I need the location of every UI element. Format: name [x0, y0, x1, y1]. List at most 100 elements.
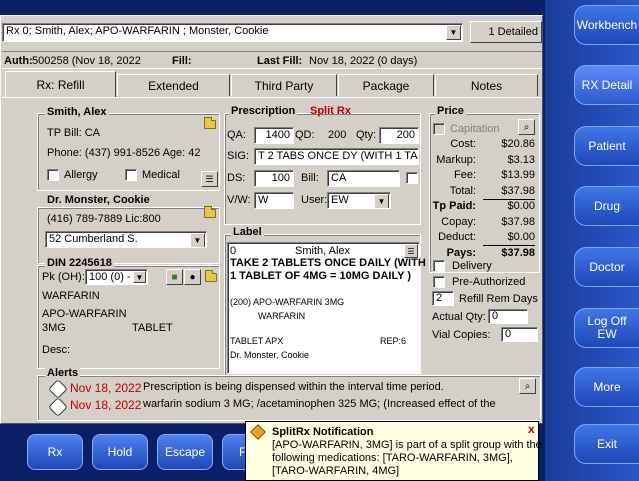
patient-phone-age: Phone: (437) 991-8526 Age: 42	[47, 147, 201, 159]
nav-patient-button[interactable]: Patient	[574, 126, 639, 166]
capitation-checkbox[interactable]	[433, 123, 445, 135]
last-fill-label: Last Fill:	[257, 55, 303, 67]
escape-button[interactable]: Escape	[157, 434, 213, 470]
medical-checkbox[interactable]	[125, 169, 137, 181]
hold-button[interactable]: Hold	[92, 434, 148, 470]
label-print-button[interactable]: ☰	[404, 244, 418, 258]
alert-text: Prescription is being dispensed within t…	[143, 381, 444, 393]
preauthorized-checkbox[interactable]	[433, 276, 445, 288]
patient-history-button[interactable]: ☰	[201, 171, 218, 187]
qty-label: Qty:	[356, 129, 377, 141]
prescription-title: Prescription	[229, 105, 298, 117]
sig-value: T 2 TABS ONCE DY (WITH 1 TAB	[258, 150, 419, 162]
label-doctor: Dr. Monster, Cookie	[230, 350, 310, 360]
rx-selector-dropdown[interactable]: Rx 0; Smith, Alex; APO-WARFARIN ; Monste…	[2, 23, 463, 42]
rx-button-label: Rx	[47, 445, 63, 459]
nav-rx-detail-button[interactable]: RX Detail	[574, 65, 639, 105]
refill-rem-label: Refill Rem Days	[459, 293, 538, 305]
label-form: TABLET APX	[230, 336, 284, 346]
magnify-icon: ⌕	[523, 121, 530, 133]
vw-input[interactable]: W	[254, 192, 294, 209]
vial-copies-input[interactable]: 0	[501, 327, 538, 342]
patient-tp-bill: TP Bill: CA	[47, 127, 100, 139]
vw-label: V/W:	[227, 194, 251, 206]
vial-copies-label: Vial Copies:	[432, 329, 491, 341]
bill-label: Bill:	[301, 172, 319, 184]
chevron-down-icon[interactable]: ▼	[133, 271, 146, 283]
pk-dropdown[interactable]: 100 (0) - ▼	[85, 269, 148, 285]
alert-text: warfarin sodium 3 MG; /acetaminophen 325…	[143, 398, 496, 410]
rx-selector-value: Rx 0; Smith, Alex; APO-WARFARIN ; Monste…	[6, 25, 269, 37]
doctor-address-dropdown[interactable]: 52 Cumberland S. ▼	[45, 231, 207, 248]
detailed-count-button[interactable]: 1 Detailed	[470, 21, 542, 43]
hold-button-label: Hold	[107, 445, 133, 459]
refill-rem-input[interactable]: 2	[432, 291, 454, 306]
sig-input[interactable]: T 2 TABS ONCE DY (WITH 1 TAB	[254, 148, 419, 165]
rx-detail-window: Rx 0; Smith, Alex; APO-WARFARIN ; Monste…	[0, 15, 543, 424]
camera-button[interactable]: ●	[184, 269, 201, 285]
notification-line1: [APO-WARFARIN, 3MG] is part of a split g…	[272, 439, 542, 451]
price-value: $37.98	[501, 184, 535, 197]
nav-drug-label: Drug	[593, 198, 620, 213]
nav-doctor-label: Doctor	[589, 259, 625, 274]
alerts-magnify-button[interactable]: ⌕	[519, 378, 536, 394]
chevron-down-icon[interactable]: ▼	[374, 194, 389, 208]
splitrx-notification: SplitRx Notification x [APO-WARFARIN, 3M…	[245, 421, 542, 481]
price-value: $3.13	[507, 153, 535, 166]
split-rx-label: Split Rx	[310, 105, 351, 117]
ds-input[interactable]: 100	[254, 170, 294, 187]
auth-label: Auth:	[4, 55, 33, 67]
user-dropdown[interactable]: EW ▼	[327, 192, 391, 209]
notification-title: SplitRx Notification	[272, 426, 374, 438]
label-qty-drug: (200) APO-WARFARIN 3MG	[230, 297, 345, 307]
logoff-line1: Log Off	[587, 314, 627, 328]
tab-extended[interactable]: Extended	[117, 74, 230, 96]
notification-line2: following medications: [TARO-WARFARIN, 3…	[272, 452, 513, 464]
chevron-down-icon[interactable]: ▼	[446, 25, 461, 40]
nav-exit-button[interactable]: Exit	[574, 424, 639, 464]
alert-date: Nov 18, 2022	[70, 381, 142, 395]
doctor-folder-button[interactable]	[201, 205, 218, 221]
inventory-button[interactable]: ■	[166, 269, 183, 285]
bill-checkbox[interactable]	[406, 172, 418, 184]
label-drug-generic: WARFARIN	[258, 311, 306, 321]
bill-input[interactable]: CA	[327, 170, 400, 187]
qa-input[interactable]: 1400	[254, 127, 294, 144]
qty-input[interactable]: 200	[379, 127, 419, 144]
nav-doctor-button[interactable]: Doctor	[574, 247, 639, 287]
nav-workbench-button[interactable]: Workbench	[574, 5, 639, 45]
actual-qty-input[interactable]: 0	[488, 309, 528, 324]
vial-copies-value: 0	[505, 328, 512, 340]
chevron-down-icon[interactable]: ▼	[190, 233, 205, 247]
drug-form: TABLET	[132, 322, 173, 334]
price-label: Total:	[449, 184, 476, 197]
doctor-address-value: 52 Cumberland S.	[49, 233, 138, 245]
tab-rx-refill[interactable]: Rx: Refill	[5, 71, 116, 97]
tab-notes-label: Notes	[470, 78, 503, 93]
tab-third-party-label: Third Party	[254, 78, 314, 93]
price-magnify-button[interactable]: ⌕	[518, 119, 535, 135]
tab-package[interactable]: Package	[338, 74, 434, 96]
price-value: $0.00	[507, 231, 535, 243]
drug-generic-name: WARFARIN	[42, 290, 100, 302]
camera-icon: ●	[189, 271, 196, 283]
din-title: DIN 2245618	[45, 257, 114, 269]
nav-more-button[interactable]: More	[574, 367, 639, 407]
delivery-checkbox[interactable]	[433, 260, 445, 272]
tab-notes[interactable]: Notes	[435, 74, 538, 96]
din-folder-button[interactable]	[202, 269, 219, 285]
label-instructions-line1: TAKE 2 TABLETS ONCE DAILY (WITH	[230, 257, 426, 269]
nav-drug-button[interactable]: Drug	[574, 186, 639, 226]
rx-button[interactable]: Rx	[27, 434, 83, 470]
tab-third-party[interactable]: Third Party	[231, 74, 337, 96]
doctor-phone-license: (416) 789-7889 Lic:800	[47, 213, 161, 225]
patient-folder-button[interactable]	[201, 116, 218, 132]
close-icon[interactable]: x	[528, 422, 535, 436]
nav-logoff-button[interactable]: Log Off EW	[574, 308, 639, 348]
allergy-checkbox[interactable]	[47, 169, 59, 181]
qa-label: QA:	[227, 129, 246, 141]
price-label: Deduct:	[438, 231, 476, 243]
capitation-label: Capitation	[450, 123, 500, 135]
logoff-line2: EW	[597, 327, 617, 341]
price-value: $0.00	[507, 200, 535, 212]
